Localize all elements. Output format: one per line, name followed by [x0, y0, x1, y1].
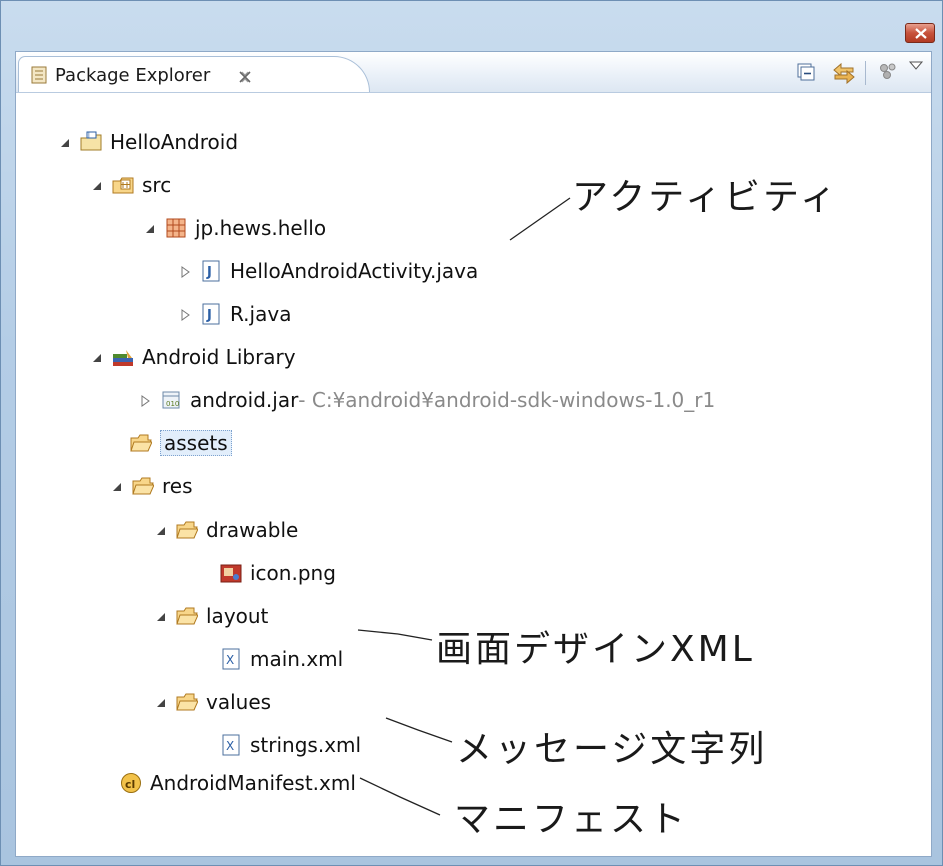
tree-item-drawable[interactable]: drawable: [152, 515, 298, 545]
tree-item-strings-xml[interactable]: X strings.xml: [220, 730, 361, 760]
link-with-editor-icon[interactable]: [831, 62, 857, 84]
view-toolbar: Package Explorer: [16, 52, 931, 93]
collapse-all-icon[interactable]: [796, 62, 816, 82]
folder-icon: [176, 605, 199, 627]
source-folder-icon: [112, 174, 134, 196]
jar-file-icon: 010: [160, 389, 182, 411]
svg-text:010: 010: [166, 400, 179, 408]
close-tab-icon[interactable]: [238, 70, 252, 84]
expanded-arrow-icon[interactable]: [152, 693, 170, 711]
svg-text:X: X: [226, 739, 234, 753]
expanded-arrow-icon[interactable]: [88, 176, 106, 194]
expanded-arrow-icon[interactable]: [152, 607, 170, 625]
svg-text:cl: cl: [125, 778, 135, 791]
tree-label-drawable: drawable: [206, 518, 299, 542]
tree-item-icon-png[interactable]: icon.png: [220, 558, 336, 588]
package-explorer-icon: [31, 66, 47, 84]
tree-item-res[interactable]: res: [108, 471, 193, 501]
expanded-arrow-icon[interactable]: [108, 477, 126, 495]
manifest-icon: cl: [120, 772, 142, 794]
toolbar-separator: [865, 61, 866, 85]
tree-item-layout[interactable]: layout: [152, 601, 268, 631]
tree-label-src: src: [142, 173, 172, 197]
collapsed-arrow-icon[interactable]: [176, 262, 194, 280]
tree-label-android-library: Android Library: [142, 345, 296, 369]
annotation-message-strings: メッセージ文字列: [456, 729, 768, 770]
close-icon: [915, 28, 927, 39]
tree-item-activity-file[interactable]: J HelloAndroidActivity.java: [176, 256, 478, 286]
svg-text:J: J: [206, 308, 212, 323]
folder-icon: [130, 432, 153, 454]
tree-label-manifest: AndroidManifest.xml: [150, 771, 356, 795]
tree-item-r-file[interactable]: J R.java: [176, 299, 291, 329]
tree-item-assets[interactable]: assets: [130, 428, 232, 458]
annotation-activity: アクティビティ: [572, 177, 839, 218]
svg-text:X: X: [226, 653, 234, 667]
expanded-arrow-icon[interactable]: [88, 348, 106, 366]
tree-item-values[interactable]: values: [152, 687, 271, 717]
expanded-arrow-icon[interactable]: [56, 133, 74, 151]
image-file-icon: [220, 562, 242, 584]
tree-item-android-jar[interactable]: 010 android.jar - C:¥android¥android-sdk…: [136, 385, 715, 415]
tree-item-android-library[interactable]: Android Library: [88, 342, 296, 372]
tree-label-project: HelloAndroid: [110, 130, 239, 154]
tree-label-jar-path: - C:¥android¥android-sdk-windows-1.0_r1: [298, 388, 716, 412]
collapsed-arrow-icon[interactable]: [176, 305, 194, 323]
android-project-icon: J: [80, 131, 102, 153]
svg-text:J: J: [87, 132, 90, 139]
tab-package-explorer[interactable]: Package Explorer: [18, 56, 370, 92]
tree-label-package: jp.hews.hello: [195, 216, 327, 240]
annotation-manifest: マニフェスト: [454, 799, 689, 840]
expanded-arrow-icon[interactable]: [141, 219, 159, 237]
tree-item-project[interactable]: J HelloAndroid: [56, 127, 238, 157]
tree-item-main-xml[interactable]: X main.xml: [220, 644, 343, 674]
view-menu-icon[interactable]: [908, 60, 924, 72]
tree-label-assets: assets: [160, 430, 232, 456]
tree-label-strings-xml: strings.xml: [250, 733, 362, 757]
library-icon: [112, 346, 134, 368]
annotation-screen-design: 画面デザインXML: [436, 629, 755, 670]
tree-label-r-file: R.java: [230, 302, 292, 326]
java-file-icon: J: [200, 260, 222, 282]
tree-label-main-xml: main.xml: [250, 647, 344, 671]
tree-label-activity-file: HelloAndroidActivity.java: [230, 259, 479, 283]
tree-item-package[interactable]: jp.hews.hello: [141, 213, 326, 243]
package-icon: [165, 217, 187, 239]
tree-item-manifest[interactable]: cl AndroidManifest.xml: [120, 768, 356, 798]
folder-icon: [176, 519, 199, 541]
collapsed-arrow-icon[interactable]: [136, 391, 154, 409]
tree-item-src[interactable]: src: [88, 170, 171, 200]
java-file-icon: J: [200, 303, 222, 325]
view-title: Package Explorer: [55, 65, 211, 86]
close-button[interactable]: [905, 23, 935, 43]
folder-icon: [132, 475, 155, 497]
tree-label-jar-name: android.jar: [190, 388, 299, 412]
xml-file-icon: X: [220, 648, 242, 670]
expanded-arrow-icon[interactable]: [152, 521, 170, 539]
tree-label-values: values: [206, 690, 272, 714]
xml-file-icon: X: [220, 734, 242, 756]
tree-label-res: res: [162, 474, 193, 498]
tree-label-icon-png: icon.png: [250, 561, 336, 585]
svg-text:J: J: [206, 265, 212, 280]
folder-icon: [176, 691, 199, 713]
title-bar[interactable]: [1, 1, 942, 51]
tree-label-layout: layout: [206, 604, 269, 628]
filter-icon[interactable]: [878, 62, 900, 82]
